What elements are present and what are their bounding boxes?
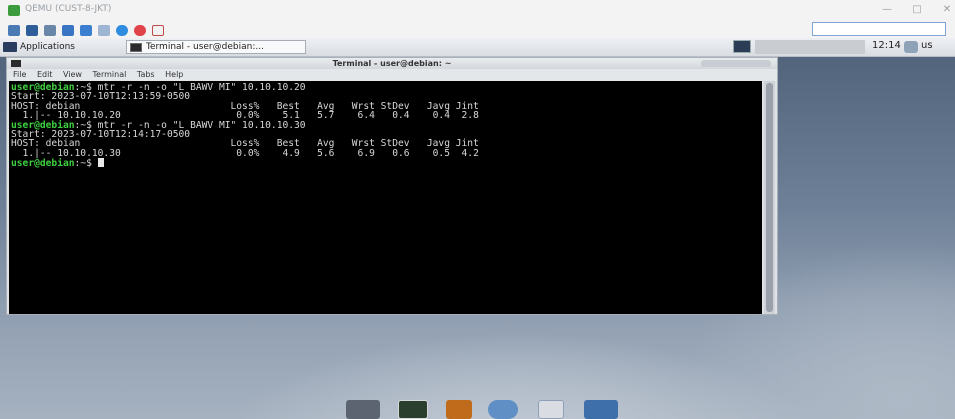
terminal-title: Terminal - user@debian: ~: [332, 59, 452, 68]
terminal-scrollbar-thumb[interactable]: [766, 83, 773, 312]
search-icon[interactable]: [538, 400, 564, 419]
qemu-window-title: QEMU (CUST-8-JKT): [25, 4, 112, 14]
menu-help[interactable]: Help: [165, 69, 183, 81]
minimize-button[interactable]: —: [880, 3, 894, 17]
terminal-window-controls[interactable]: [701, 60, 771, 67]
terminal-text: user@debian:~$ mtr -r -n -o "L BAWV MI" …: [11, 83, 479, 169]
user-menu-label[interactable]: us: [921, 40, 933, 51]
terminal-icon: [130, 42, 142, 52]
menu-terminal[interactable]: Terminal: [93, 69, 127, 81]
file-manager-icon[interactable]: [446, 400, 472, 419]
maximize-button[interactable]: □: [910, 3, 924, 17]
folder-icon[interactable]: [584, 400, 618, 419]
workspace-switcher[interactable]: [755, 40, 865, 54]
qemu-titlebar: [0, 0, 955, 22]
zoom-icon[interactable]: [8, 25, 20, 36]
web-browser-icon[interactable]: [488, 400, 518, 419]
settings-icon[interactable]: [44, 25, 56, 36]
fullscreen-icon[interactable]: [26, 25, 38, 36]
menu-view[interactable]: View: [63, 69, 82, 81]
info-icon[interactable]: [116, 25, 128, 36]
drive-icon[interactable]: [346, 400, 380, 419]
taskbar-terminal-button[interactable]: Terminal - user@debian:...: [126, 40, 306, 54]
terminal-line: user@debian:~$: [11, 158, 104, 169]
dock: [340, 396, 628, 419]
applications-label: Applications: [20, 42, 75, 52]
menu-edit[interactable]: Edit: [37, 69, 53, 81]
menu-file[interactable]: File: [13, 69, 26, 81]
menu-tabs[interactable]: Tabs: [137, 69, 155, 81]
close-button[interactable]: ✕: [940, 3, 954, 17]
terminal-icon[interactable]: [398, 400, 428, 419]
qemu-command-input[interactable]: [812, 22, 946, 36]
network-icon[interactable]: [733, 40, 751, 53]
refresh-icon[interactable]: [62, 25, 74, 36]
clock[interactable]: 12:14: [872, 40, 901, 51]
screenshot-icon[interactable]: [152, 25, 164, 36]
applications-menu[interactable]: Applications: [3, 40, 75, 54]
user-icon[interactable]: [904, 41, 918, 53]
terminal-menubar: File Edit View Terminal Tabs Help: [7, 69, 777, 81]
terminal-window: Terminal - user@debian: ~ File Edit View…: [6, 57, 778, 315]
display-icon[interactable]: [98, 25, 110, 36]
terminal-cursor: [97, 158, 104, 168]
terminal-output[interactable]: user@debian:~$ mtr -r -n -o "L BAWV MI" …: [9, 81, 762, 314]
applications-menu-icon: [3, 42, 17, 52]
taskbar-terminal-label: Terminal - user@debian:...: [146, 42, 264, 52]
keyboard-icon[interactable]: [80, 25, 92, 36]
power-icon[interactable]: [134, 25, 146, 36]
qemu-app-icon: [8, 5, 20, 16]
